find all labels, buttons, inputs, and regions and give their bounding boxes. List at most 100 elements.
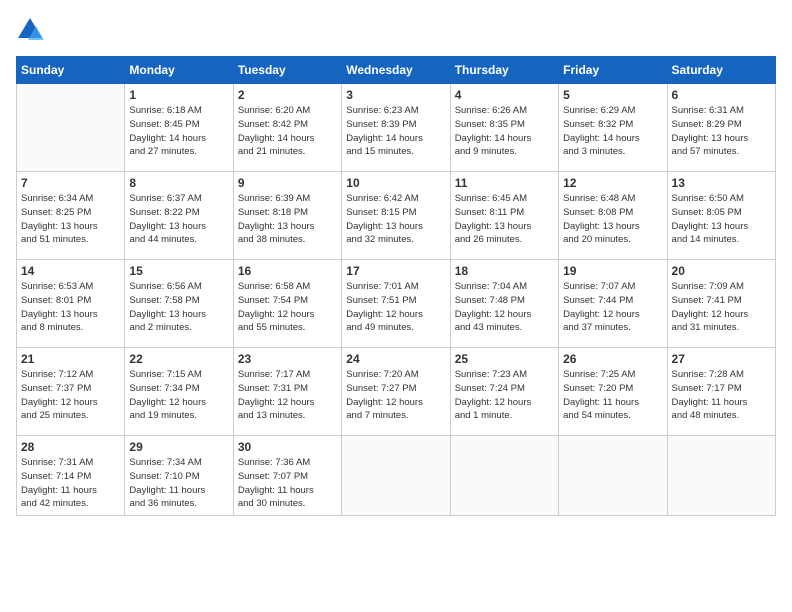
calendar-week-row: 14 Sunrise: 6:53 AM Sunset: 8:01 PM Dayli… [17, 260, 776, 348]
day-info: Sunrise: 7:31 AM Sunset: 7:14 PM Dayligh… [21, 456, 120, 511]
day-number: 7 [21, 176, 120, 190]
calendar-week-row: 7 Sunrise: 6:34 AM Sunset: 8:25 PM Daylig… [17, 172, 776, 260]
day-number: 10 [346, 176, 445, 190]
day-info: Sunrise: 6:29 AM Sunset: 8:32 PM Dayligh… [563, 104, 662, 159]
calendar-day-cell: 18 Sunrise: 7:04 AM Sunset: 7:48 PM Dayli… [450, 260, 558, 348]
calendar-day-cell: 17 Sunrise: 7:01 AM Sunset: 7:51 PM Dayli… [342, 260, 450, 348]
day-number: 13 [672, 176, 771, 190]
day-of-week-header: Monday [125, 57, 233, 84]
day-info: Sunrise: 7:09 AM Sunset: 7:41 PM Dayligh… [672, 280, 771, 335]
day-number: 20 [672, 264, 771, 278]
calendar-day-cell: 28 Sunrise: 7:31 AM Sunset: 7:14 PM Dayli… [17, 436, 125, 516]
day-number: 6 [672, 88, 771, 102]
day-number: 12 [563, 176, 662, 190]
calendar-day-cell: 2 Sunrise: 6:20 AM Sunset: 8:42 PM Daylig… [233, 84, 341, 172]
day-info: Sunrise: 6:48 AM Sunset: 8:08 PM Dayligh… [563, 192, 662, 247]
day-number: 23 [238, 352, 337, 366]
day-number: 27 [672, 352, 771, 366]
day-info: Sunrise: 6:42 AM Sunset: 8:15 PM Dayligh… [346, 192, 445, 247]
calendar-day-cell: 12 Sunrise: 6:48 AM Sunset: 8:08 PM Dayli… [559, 172, 667, 260]
logo-icon [16, 16, 44, 44]
calendar-day-cell [342, 436, 450, 516]
day-info: Sunrise: 7:01 AM Sunset: 7:51 PM Dayligh… [346, 280, 445, 335]
calendar-day-cell: 1 Sunrise: 6:18 AM Sunset: 8:45 PM Daylig… [125, 84, 233, 172]
calendar-day-cell: 30 Sunrise: 7:36 AM Sunset: 7:07 PM Dayli… [233, 436, 341, 516]
day-number: 8 [129, 176, 228, 190]
day-number: 14 [21, 264, 120, 278]
day-info: Sunrise: 7:04 AM Sunset: 7:48 PM Dayligh… [455, 280, 554, 335]
day-number: 1 [129, 88, 228, 102]
calendar-day-cell: 11 Sunrise: 6:45 AM Sunset: 8:11 PM Dayli… [450, 172, 558, 260]
calendar-day-cell: 27 Sunrise: 7:28 AM Sunset: 7:17 PM Dayli… [667, 348, 775, 436]
day-info: Sunrise: 6:18 AM Sunset: 8:45 PM Dayligh… [129, 104, 228, 159]
day-info: Sunrise: 6:23 AM Sunset: 8:39 PM Dayligh… [346, 104, 445, 159]
day-number: 11 [455, 176, 554, 190]
day-info: Sunrise: 7:20 AM Sunset: 7:27 PM Dayligh… [346, 368, 445, 423]
day-number: 29 [129, 440, 228, 454]
calendar-week-row: 1 Sunrise: 6:18 AM Sunset: 8:45 PM Daylig… [17, 84, 776, 172]
calendar-day-cell: 21 Sunrise: 7:12 AM Sunset: 7:37 PM Dayli… [17, 348, 125, 436]
calendar-day-cell: 19 Sunrise: 7:07 AM Sunset: 7:44 PM Dayli… [559, 260, 667, 348]
calendar-week-row: 21 Sunrise: 7:12 AM Sunset: 7:37 PM Dayli… [17, 348, 776, 436]
calendar-day-cell: 8Sunrise: 6:37 AM Sunset: 8:22 PM Daylig… [125, 172, 233, 260]
calendar-day-cell: 3 Sunrise: 6:23 AM Sunset: 8:39 PM Daylig… [342, 84, 450, 172]
day-number: 21 [21, 352, 120, 366]
day-number: 25 [455, 352, 554, 366]
calendar-day-cell: 6 Sunrise: 6:31 AM Sunset: 8:29 PM Daylig… [667, 84, 775, 172]
day-info: Sunrise: 7:07 AM Sunset: 7:44 PM Dayligh… [563, 280, 662, 335]
day-number: 30 [238, 440, 337, 454]
day-info: Sunrise: 6:53 AM Sunset: 8:01 PM Dayligh… [21, 280, 120, 335]
day-number: 17 [346, 264, 445, 278]
day-info: Sunrise: 6:20 AM Sunset: 8:42 PM Dayligh… [238, 104, 337, 159]
day-number: 5 [563, 88, 662, 102]
day-info: Sunrise: 7:28 AM Sunset: 7:17 PM Dayligh… [672, 368, 771, 423]
calendar-day-cell: 16Sunrise: 6:58 AM Sunset: 7:54 PM Dayli… [233, 260, 341, 348]
calendar-day-cell: 23Sunrise: 7:17 AM Sunset: 7:31 PM Dayli… [233, 348, 341, 436]
calendar-day-cell: 4 Sunrise: 6:26 AM Sunset: 8:35 PM Daylig… [450, 84, 558, 172]
day-info: Sunrise: 7:12 AM Sunset: 7:37 PM Dayligh… [21, 368, 120, 423]
day-info: Sunrise: 6:34 AM Sunset: 8:25 PM Dayligh… [21, 192, 120, 247]
day-of-week-header: Thursday [450, 57, 558, 84]
day-number: 19 [563, 264, 662, 278]
day-of-week-header: Sunday [17, 57, 125, 84]
calendar-day-cell [559, 436, 667, 516]
day-of-week-header: Wednesday [342, 57, 450, 84]
day-info: Sunrise: 6:50 AM Sunset: 8:05 PM Dayligh… [672, 192, 771, 247]
calendar-day-cell: 15 Sunrise: 6:56 AM Sunset: 7:58 PM Dayli… [125, 260, 233, 348]
calendar-day-cell: 22Sunrise: 7:15 AM Sunset: 7:34 PM Dayli… [125, 348, 233, 436]
day-number: 2 [238, 88, 337, 102]
day-info: Sunrise: 6:58 AM Sunset: 7:54 PM Dayligh… [238, 280, 337, 335]
day-number: 4 [455, 88, 554, 102]
calendar-day-cell [450, 436, 558, 516]
calendar-table: SundayMondayTuesdayWednesdayThursdayFrid… [16, 56, 776, 516]
day-number: 15 [129, 264, 228, 278]
day-info: Sunrise: 6:39 AM Sunset: 8:18 PM Dayligh… [238, 192, 337, 247]
day-info: Sunrise: 7:25 AM Sunset: 7:20 PM Dayligh… [563, 368, 662, 423]
day-info: Sunrise: 7:34 AM Sunset: 7:10 PM Dayligh… [129, 456, 228, 511]
calendar-day-cell: 24Sunrise: 7:20 AM Sunset: 7:27 PM Dayli… [342, 348, 450, 436]
calendar-day-cell: 9 Sunrise: 6:39 AM Sunset: 8:18 PM Daylig… [233, 172, 341, 260]
logo [16, 16, 48, 44]
day-number: 18 [455, 264, 554, 278]
calendar-day-cell [17, 84, 125, 172]
day-number: 9 [238, 176, 337, 190]
calendar-day-cell: 29 Sunrise: 7:34 AM Sunset: 7:10 PM Dayli… [125, 436, 233, 516]
day-info: Sunrise: 7:36 AM Sunset: 7:07 PM Dayligh… [238, 456, 337, 511]
calendar-day-cell [667, 436, 775, 516]
calendar-day-cell: 26Sunrise: 7:25 AM Sunset: 7:20 PM Dayli… [559, 348, 667, 436]
day-of-week-header: Saturday [667, 57, 775, 84]
calendar-header-row: SundayMondayTuesdayWednesdayThursdayFrid… [17, 57, 776, 84]
day-info: Sunrise: 6:56 AM Sunset: 7:58 PM Dayligh… [129, 280, 228, 335]
day-info: Sunrise: 6:26 AM Sunset: 8:35 PM Dayligh… [455, 104, 554, 159]
calendar-day-cell: 13 Sunrise: 6:50 AM Sunset: 8:05 PM Dayli… [667, 172, 775, 260]
day-info: Sunrise: 6:45 AM Sunset: 8:11 PM Dayligh… [455, 192, 554, 247]
day-of-week-header: Friday [559, 57, 667, 84]
day-number: 3 [346, 88, 445, 102]
page-header [16, 16, 776, 44]
calendar-day-cell: 7 Sunrise: 6:34 AM Sunset: 8:25 PM Daylig… [17, 172, 125, 260]
calendar-day-cell: 10 Sunrise: 6:42 AM Sunset: 8:15 PM Dayli… [342, 172, 450, 260]
day-number: 28 [21, 440, 120, 454]
day-info: Sunrise: 6:31 AM Sunset: 8:29 PM Dayligh… [672, 104, 771, 159]
calendar-week-row: 28 Sunrise: 7:31 AM Sunset: 7:14 PM Dayli… [17, 436, 776, 516]
day-info: Sunrise: 7:15 AM Sunset: 7:34 PM Dayligh… [129, 368, 228, 423]
